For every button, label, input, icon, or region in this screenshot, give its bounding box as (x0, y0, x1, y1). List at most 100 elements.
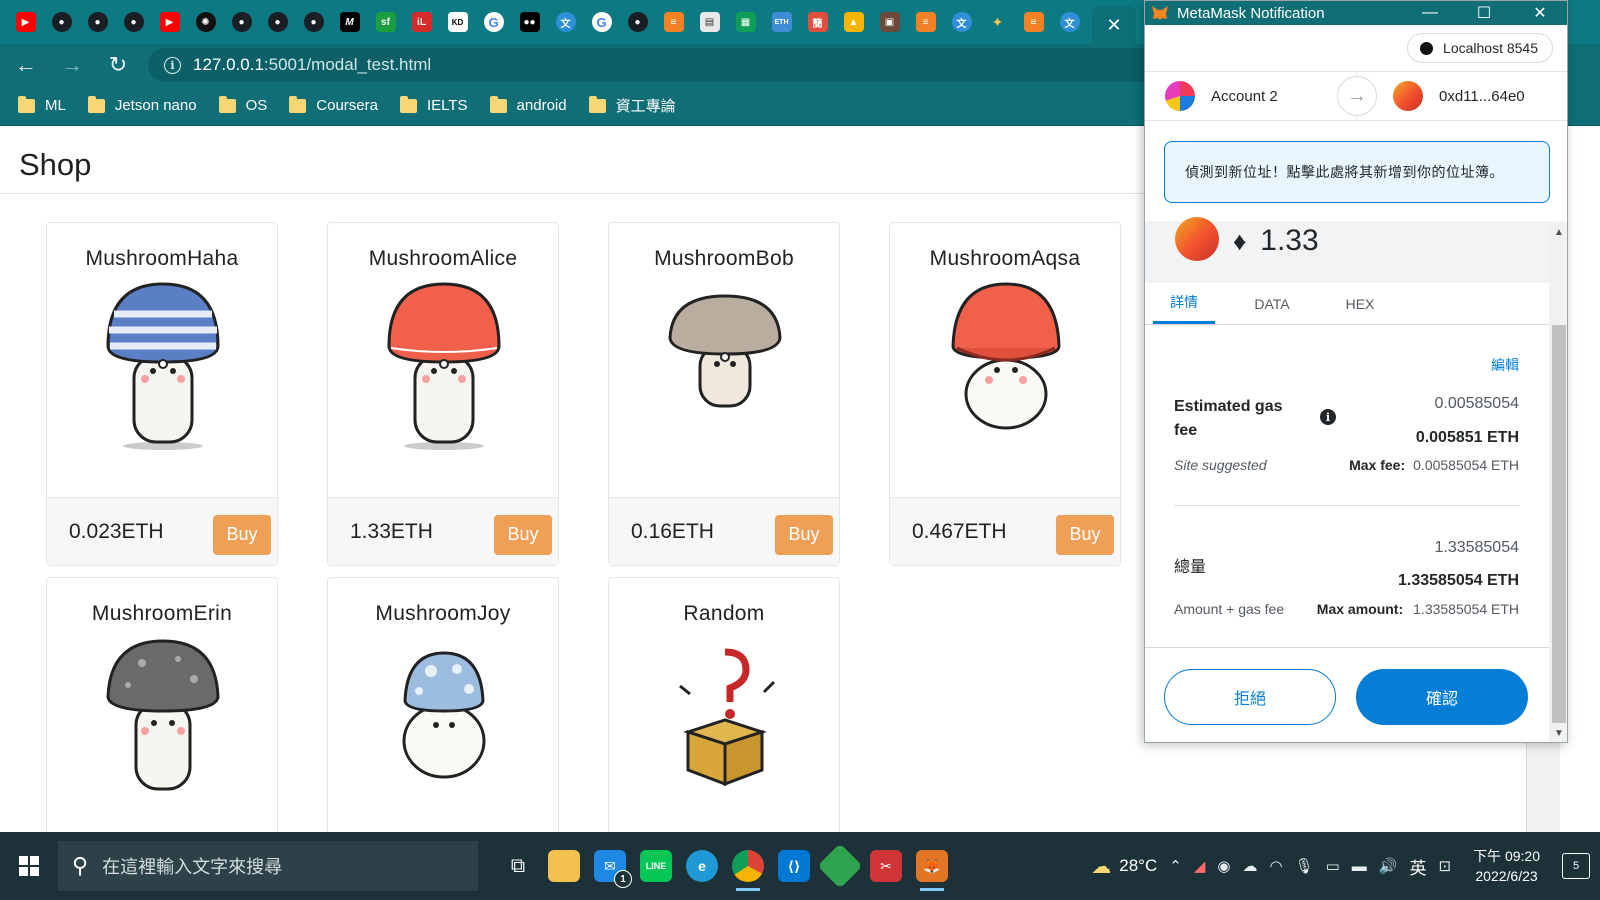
minimize-button[interactable]: — (1407, 1, 1453, 25)
info-icon[interactable]: i (1320, 409, 1336, 425)
tab-translate[interactable]: 文 (552, 7, 579, 37)
close-icon[interactable]: ✕ (1106, 15, 1121, 36)
network-selector[interactable]: Localhost 8545 (1407, 33, 1553, 63)
address-bar[interactable]: i 127.0.0.1:5001/modal_test.html (148, 48, 1208, 82)
eth-icon: ♦ (1233, 225, 1247, 256)
bookmark-folder[interactable]: IELTS (399, 95, 468, 114)
git-icon[interactable] (817, 843, 863, 889)
file-explorer-icon[interactable] (548, 850, 580, 882)
tab-github[interactable]: ● (624, 7, 651, 37)
tab-medium[interactable]: M (336, 7, 363, 37)
product-card: MushroomJoy (327, 577, 559, 867)
tab-details[interactable]: 詳情 (1153, 283, 1215, 324)
bookmark-folder[interactable]: android (489, 95, 567, 114)
tab-github[interactable]: ● (264, 7, 291, 37)
scroll-down-icon[interactable]: ▼ (1554, 728, 1564, 739)
scroll-up-icon[interactable]: ▲ (1554, 227, 1564, 238)
tab-data[interactable]: DATA (1241, 283, 1303, 324)
buy-button[interactable]: Buy (494, 514, 552, 555)
tab-github[interactable]: ● (84, 7, 111, 37)
tab-github[interactable]: ● (120, 7, 147, 37)
tab-github[interactable]: ● (48, 7, 75, 37)
reject-button[interactable]: 拒絕 (1164, 669, 1336, 725)
weather-widget[interactable]: ☁ 28°C (1091, 854, 1157, 879)
mail-icon[interactable]: ✉ 1 (594, 850, 632, 888)
active-tab-close-button[interactable]: ✕ (1092, 6, 1136, 44)
line-icon[interactable]: LINE (640, 850, 672, 882)
metamask-taskbar-icon[interactable]: 🦊 (916, 850, 948, 891)
vscode-icon[interactable]: ⟨⟩ (778, 850, 810, 882)
tab-github[interactable]: ● (228, 7, 255, 37)
metamask-scrollbar[interactable]: ▲ ▼ (1549, 223, 1567, 742)
tab-kd[interactable]: KD (444, 7, 471, 37)
wifi-icon[interactable]: ◠ (1269, 857, 1282, 875)
tab-chinese[interactable]: 簡 (804, 7, 831, 37)
tab-hex[interactable]: HEX (1329, 283, 1391, 324)
bookmark-folder[interactable]: 資工專論 (588, 95, 676, 116)
app-tray-icon[interactable]: ◢ (1194, 857, 1206, 875)
tab-stackoverflow[interactable]: ≡ (1020, 7, 1047, 37)
site-info-icon[interactable]: i (164, 56, 181, 74)
tab-medium[interactable]: ●● (516, 7, 543, 37)
tab-spark[interactable]: ✦ (984, 7, 1011, 37)
buy-button[interactable]: Buy (775, 514, 833, 555)
start-button[interactable] (0, 841, 58, 891)
tab-google[interactable]: G (588, 7, 615, 37)
edit-link[interactable]: 編輯 (1491, 355, 1519, 375)
tab-github[interactable]: ● (300, 7, 327, 37)
new-address-alert[interactable]: 偵測到新位址！點擊此處將其新增到你的位址簿。 (1164, 141, 1550, 203)
tab-translate[interactable]: 文 (1056, 7, 1083, 37)
buy-button[interactable]: Buy (1056, 514, 1114, 555)
tab-openai[interactable]: ✺ (192, 7, 219, 37)
snipping-tool-icon[interactable]: ✂ (870, 850, 902, 882)
tab-youtube[interactable]: ▶ (156, 7, 183, 37)
tab-image[interactable]: ▣ (876, 7, 903, 37)
weather-cloud-icon: ☁ (1091, 855, 1112, 878)
ime-indicator[interactable]: 英 (1409, 854, 1426, 879)
windows-logo-icon (19, 856, 39, 876)
taskbar-search[interactable]: ⚲ 在這裡輸入文字來搜尋 (58, 841, 478, 891)
task-view-icon[interactable]: ⧉ (502, 850, 534, 882)
tab-stackoverflow[interactable]: ≡ (660, 7, 687, 37)
github-icon: ● (627, 12, 648, 32)
forward-button[interactable]: → (52, 49, 92, 81)
tab-il[interactable]: iL (408, 7, 435, 37)
display-icon[interactable]: ▭ (1326, 857, 1340, 875)
tab-eth[interactable]: ETH (768, 7, 795, 37)
chevron-up-icon[interactable]: ⌃ (1169, 857, 1182, 875)
bookmark-folder[interactable]: OS (218, 95, 267, 114)
reload-button[interactable]: ↻ (98, 49, 138, 81)
tab-stackoverflow[interactable]: ≡ (912, 7, 939, 37)
confirm-button[interactable]: 確認 (1356, 669, 1528, 725)
close-window-button[interactable]: ✕ (1517, 1, 1563, 25)
meet-now-icon[interactable]: ◉ (1217, 857, 1230, 875)
system-clock[interactable]: 下午 09:20 2022/6/23 (1473, 846, 1540, 886)
bookmark-folder[interactable]: Jetson nano (87, 95, 197, 114)
microphone-icon[interactable]: 🎙 (1295, 857, 1314, 875)
tab-reader[interactable]: ▤ (696, 7, 723, 37)
notification-center-icon[interactable]: 5 (1562, 853, 1590, 879)
scrollbar-thumb[interactable] (1552, 325, 1566, 723)
back-button[interactable]: ← (6, 49, 46, 81)
bookmark-label: IELTS (426, 97, 468, 114)
chrome-icon[interactable] (732, 850, 764, 891)
battery-icon[interactable]: ▬ (1352, 858, 1367, 875)
tab-translate[interactable]: 文 (948, 7, 975, 37)
bookmark-folder[interactable]: ML (18, 95, 66, 114)
tab-sf[interactable]: sf (372, 7, 399, 37)
to-account[interactable]: 0xd11...64e0 (1393, 81, 1525, 111)
volume-icon[interactable]: 🔊 (1379, 857, 1398, 875)
edge-icon[interactable]: e (686, 850, 718, 882)
details-divider (1174, 505, 1520, 506)
tab-sheets[interactable]: ▦ (732, 7, 759, 37)
tab-drive[interactable]: ▲ (840, 7, 867, 37)
onedrive-icon[interactable]: ☁ (1242, 857, 1257, 875)
maximize-button[interactable]: ☐ (1461, 1, 1507, 25)
tab-google[interactable]: G (480, 7, 507, 37)
bookmark-folder[interactable]: Coursera (289, 95, 378, 114)
tab-youtube[interactable]: ▶ (12, 7, 39, 37)
buy-button[interactable]: Buy (213, 514, 271, 555)
max-amount-label: Max amount: (1316, 601, 1404, 617)
input-mode-icon[interactable]: ⊡ (1438, 857, 1451, 875)
from-account[interactable]: Account 2 (1165, 81, 1278, 111)
